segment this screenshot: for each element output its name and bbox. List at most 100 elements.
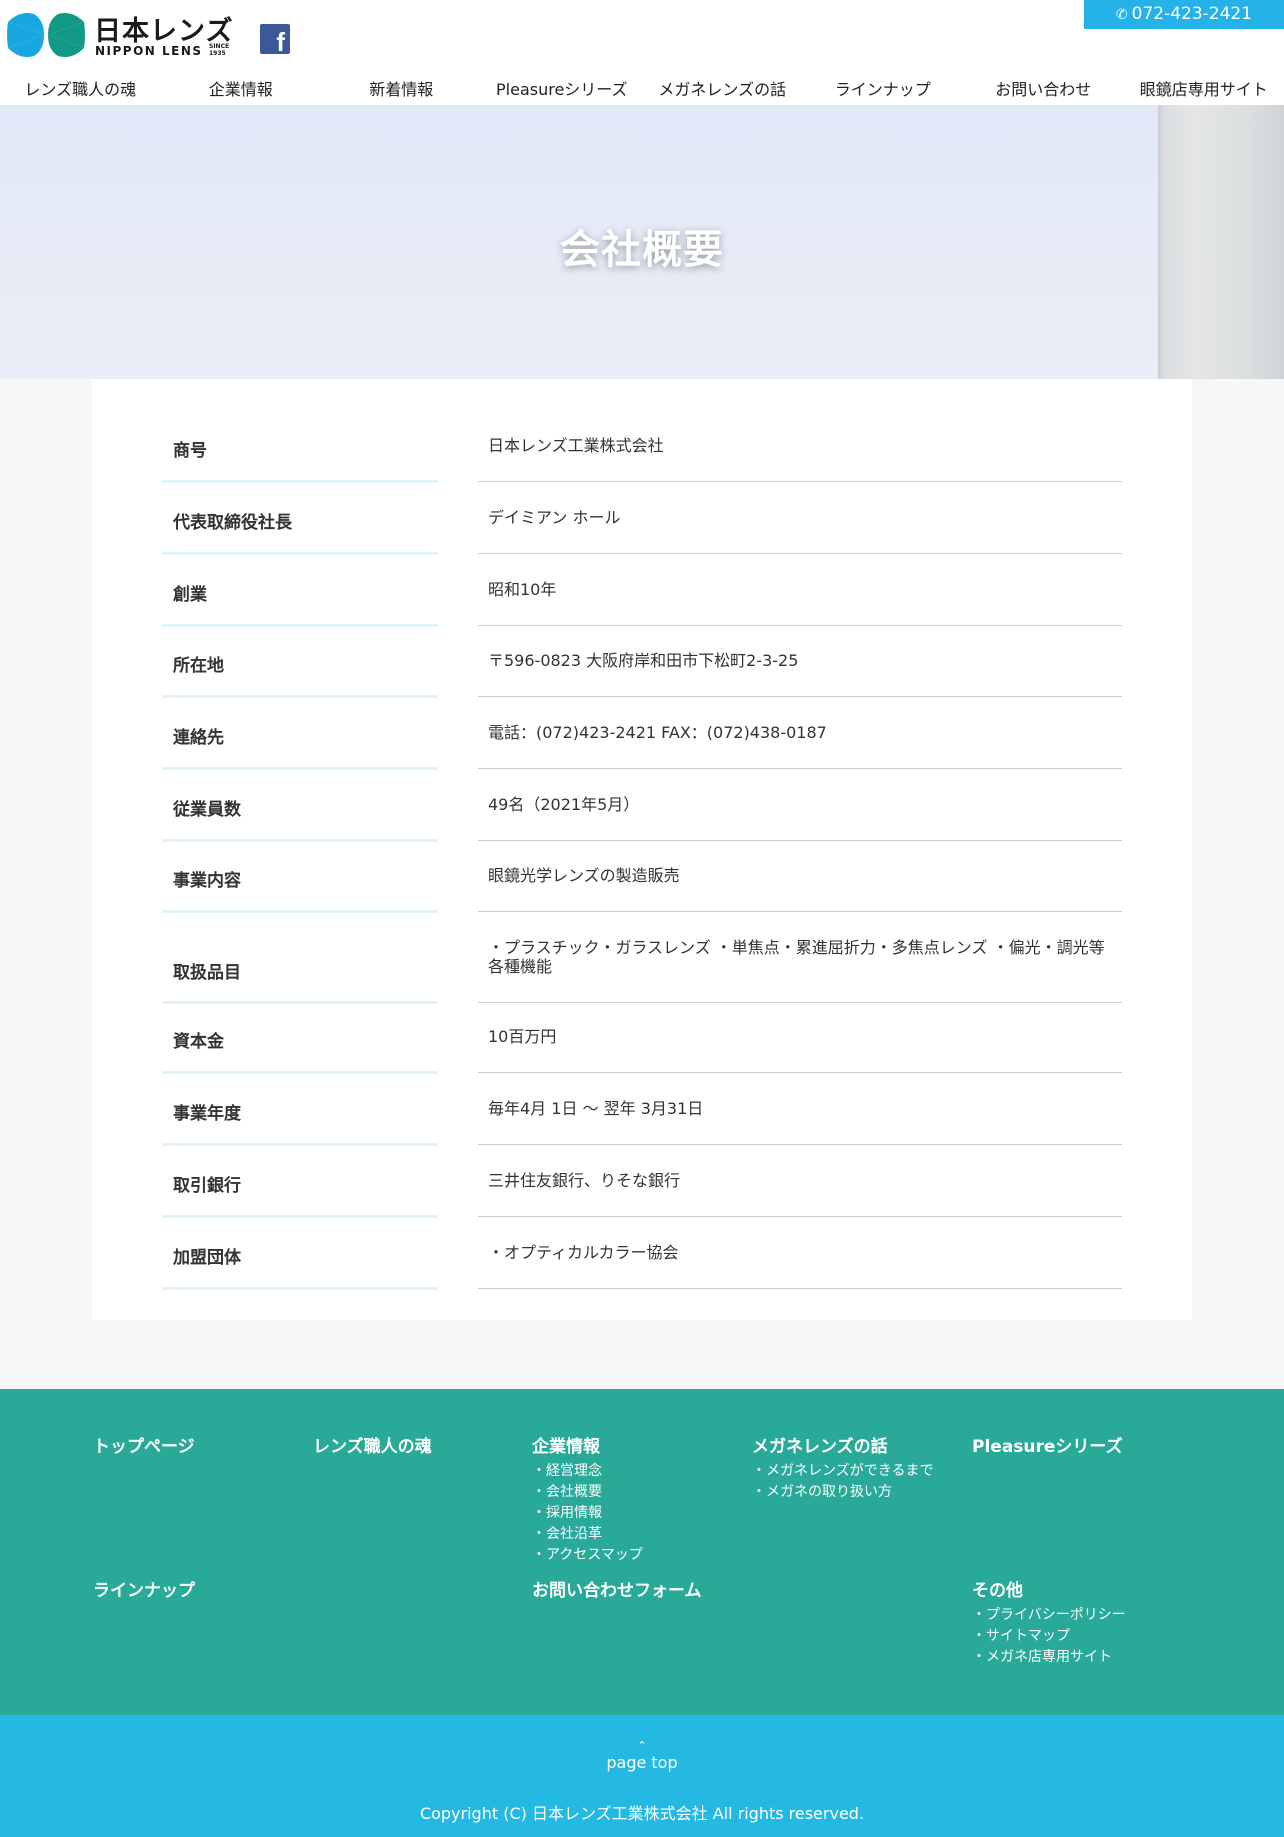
nav-item-news[interactable]: 新着情報 xyxy=(321,78,482,102)
row-label-underline xyxy=(162,1287,438,1290)
table-row-business: 事業内容 眼鏡光学レンズの製造販売 xyxy=(162,866,1122,939)
row-label: 従業員数 xyxy=(173,800,241,820)
nav-item-lens-story[interactable]: メガネレンズの話 xyxy=(642,78,803,102)
nav-item-retailer-site[interactable]: 眼鏡店専用サイト xyxy=(1124,78,1284,102)
row-value: 10百万円 xyxy=(488,1027,557,1046)
footer-col-lineup: ラインナップ xyxy=(93,1581,195,1601)
row-value: ・オプティカルカラー協会 xyxy=(488,1243,679,1262)
footer-col-contact: お問い合わせフォーム xyxy=(532,1581,702,1601)
row-value: ・プラスチック・ガラスレンズ ・単焦点・累進屈折力・多焦点レンズ ・偏光・調光等… xyxy=(488,938,1105,976)
footer-link-glasses-care[interactable]: ・メガネの取り扱い方 xyxy=(752,1482,933,1503)
row-label-underline xyxy=(162,1071,438,1074)
footer-other-links: ・プライバシーポリシー ・サイトマップ ・メガネ店専用サイト xyxy=(972,1605,1126,1668)
row-value-divider xyxy=(478,481,1122,482)
hero-banner: 会社概要 xyxy=(0,105,1284,379)
row-label: 創業 xyxy=(173,585,207,605)
nav-item-company[interactable]: 企業情報 xyxy=(161,78,322,102)
footer-link-philosophy[interactable]: ・経営理念 xyxy=(532,1461,643,1482)
row-value-divider xyxy=(478,1288,1122,1289)
table-row-banks: 取引銀行 三井住友銀行、りそな銀行 xyxy=(162,1171,1122,1244)
site-header: 日本レンズ NIPPON LENS SINCE 1935 f ✆ 072-423-2… xyxy=(0,0,1284,105)
row-label: 取扱品目 xyxy=(173,963,241,983)
footer-link-company-info[interactable]: 企業情報 xyxy=(532,1437,643,1457)
table-row-memberships: 加盟団体 ・オプティカルカラー協会 xyxy=(162,1243,1122,1316)
footer-col-craftsman: レンズ職人の魂 xyxy=(313,1437,432,1457)
row-label: 資本金 xyxy=(173,1032,224,1052)
copyright: Copyright (C) 日本レンズ工業株式会社 All rights res… xyxy=(419,1804,865,1823)
footer-col-lens-story: メガネレンズの話 ・メガネレンズができるまで ・メガネの取り扱い方 xyxy=(752,1437,933,1503)
row-value-divider xyxy=(478,553,1122,554)
row-label-underline xyxy=(162,910,438,913)
footer-col-top: トップページ xyxy=(93,1437,195,1457)
site-footer: トップページ レンズ職人の魂 企業情報 ・経営理念 ・会社概要 ・採用情報 ・会… xyxy=(0,1389,1284,1715)
row-value-divider xyxy=(478,1144,1122,1145)
row-label-underline xyxy=(162,839,438,842)
chevron-up-icon: ⌃ xyxy=(637,1739,647,1752)
row-value-divider xyxy=(478,1002,1122,1003)
table-row-president: 代表取締役社長 デイミアン ホール xyxy=(162,508,1122,581)
footer-link-lineup[interactable]: ラインナップ xyxy=(93,1581,195,1601)
footer-link-top-page[interactable]: トップページ xyxy=(93,1437,195,1457)
logo-since-text: SINCE 1935 xyxy=(209,43,230,57)
footer-link-lens-story[interactable]: メガネレンズの話 xyxy=(752,1437,933,1457)
row-value-divider xyxy=(478,768,1122,769)
nav-item-craftsman[interactable]: レンズ職人の魂 xyxy=(0,78,161,102)
footer-col-other: その他 ・プライバシーポリシー ・サイトマップ ・メガネ店専用サイト xyxy=(972,1581,1126,1668)
nav-item-contact[interactable]: お問い合わせ xyxy=(963,78,1124,102)
facebook-icon[interactable]: f xyxy=(260,24,290,54)
logo-mark-icon xyxy=(7,13,85,57)
global-nav: レンズ職人の魂 企業情報 新着情報 Pleasureシリーズ メガネレンズの話 … xyxy=(0,78,1284,102)
logo-english-text: NIPPON LENS xyxy=(95,44,203,58)
row-value: 電話：(072)423-2421 FAX：(072)438-0187 xyxy=(488,723,827,742)
row-label: 商号 xyxy=(173,441,207,461)
row-value-divider xyxy=(478,840,1122,841)
row-label: 所在地 xyxy=(173,656,224,676)
footer-link-company-overview[interactable]: ・会社概要 xyxy=(532,1482,643,1503)
row-label-underline xyxy=(162,767,438,770)
row-label: 連絡先 xyxy=(173,728,224,748)
row-label-underline xyxy=(162,480,438,483)
row-value: 昭和10年 xyxy=(488,580,557,599)
row-label-underline xyxy=(162,624,438,627)
row-label-underline xyxy=(162,695,438,698)
table-row-address: 所在地 〒596-0823 大阪府岸和田市下松町2-3-25 xyxy=(162,651,1122,724)
row-value: 毎年4月 1日 〜 翌年 3月31日 xyxy=(488,1099,704,1118)
footer-link-history[interactable]: ・会社沿革 xyxy=(532,1524,643,1545)
phone-icon: ✆ xyxy=(1115,7,1128,23)
nav-item-lineup[interactable]: ラインナップ xyxy=(803,78,964,102)
row-label-underline xyxy=(162,1215,438,1218)
footer-link-contact-form[interactable]: お問い合わせフォーム xyxy=(532,1581,702,1601)
footer-link-recruit[interactable]: ・採用情報 xyxy=(532,1503,643,1524)
footer-link-craftsman[interactable]: レンズ職人の魂 xyxy=(313,1437,432,1457)
row-value: デイミアン ホール xyxy=(488,508,621,527)
table-row-capital: 資本金 10百万円 xyxy=(162,1027,1122,1100)
page-top-label: page top xyxy=(606,1753,678,1772)
footer-company-links: ・経営理念 ・会社概要 ・採用情報 ・会社沿革 ・アクセスマップ xyxy=(532,1461,643,1566)
table-row-contact: 連絡先 電話：(072)423-2421 FAX：(072)438-0187 xyxy=(162,723,1122,796)
nav-item-pleasure[interactable]: Pleasureシリーズ xyxy=(482,78,643,102)
footer-lens-story-links: ・メガネレンズができるまで ・メガネの取り扱い方 xyxy=(752,1461,933,1503)
row-value: 〒596-0823 大阪府岸和田市下松町2-3-25 xyxy=(488,651,799,670)
footer-link-access-map[interactable]: ・アクセスマップ xyxy=(532,1545,643,1566)
phone-banner[interactable]: ✆ 072-423-2421 xyxy=(1084,0,1284,29)
footer-link-privacy-policy[interactable]: ・プライバシーポリシー xyxy=(972,1605,1126,1626)
row-value-divider xyxy=(478,911,1122,912)
row-value-divider xyxy=(478,696,1122,697)
page-top-button[interactable]: ⌃ page top xyxy=(592,1739,692,1773)
row-value: 眼鏡光学レンズの製造販売 xyxy=(488,866,680,885)
footer-link-sitemap[interactable]: ・サイトマップ xyxy=(972,1626,1126,1647)
footer-link-how-lenses-made[interactable]: ・メガネレンズができるまで xyxy=(752,1461,933,1482)
footer-link-retailer-site[interactable]: ・メガネ店専用サイト xyxy=(972,1647,1126,1668)
table-row-employees: 従業員数 49名（2021年5月） xyxy=(162,795,1122,868)
row-value-divider xyxy=(478,1216,1122,1217)
footer-link-pleasure[interactable]: Pleasureシリーズ xyxy=(972,1437,1123,1457)
row-label-underline xyxy=(162,552,438,555)
row-value: 日本レンズ工業株式会社 xyxy=(488,436,664,455)
logo[interactable]: 日本レンズ NIPPON LENS SINCE 1935 xyxy=(6,8,232,62)
row-label-underline xyxy=(162,1143,438,1146)
footer-link-other[interactable]: その他 xyxy=(972,1581,1126,1601)
row-label: 事業内容 xyxy=(173,871,241,891)
row-label: 事業年度 xyxy=(173,1104,241,1124)
row-label-underline xyxy=(162,1001,438,1004)
row-label: 加盟団体 xyxy=(173,1248,241,1268)
